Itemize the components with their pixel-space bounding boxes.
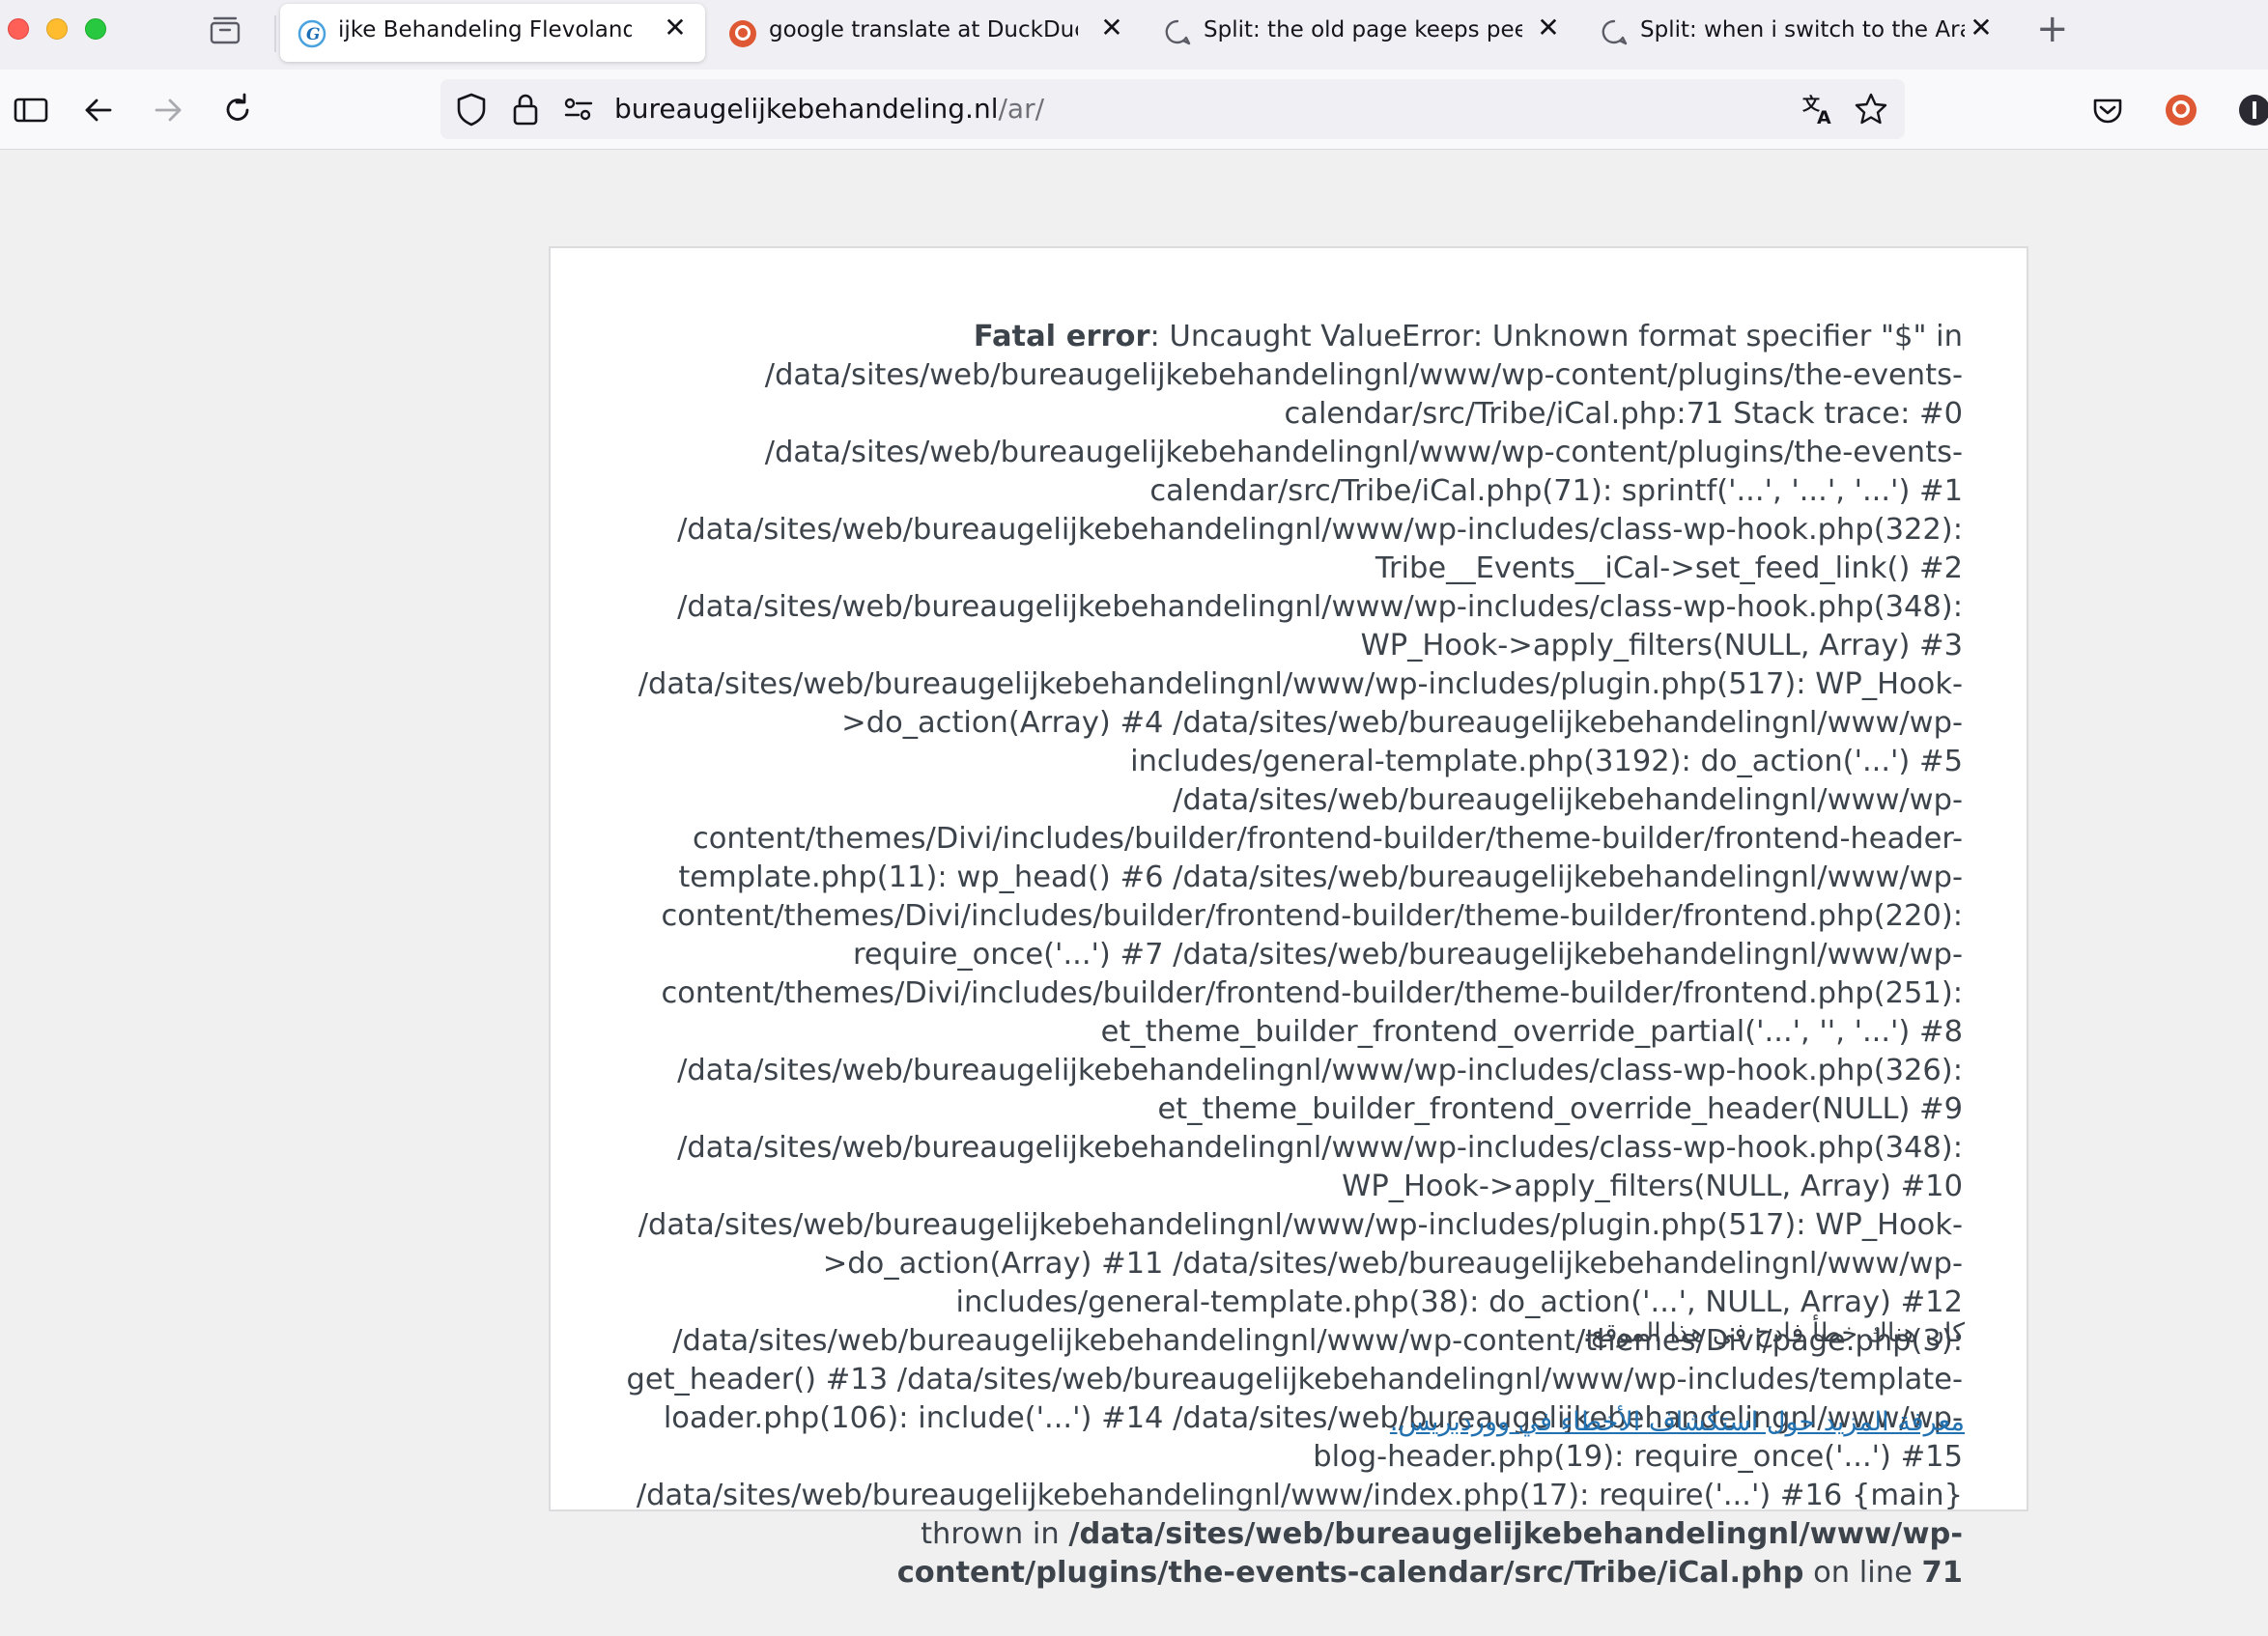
critical-error-notice: كان هناك خطأ فادح في هذا الموقع. xyxy=(1582,1318,1965,1348)
tab-strip-separator xyxy=(274,15,276,52)
sidebar-icon[interactable] xyxy=(12,91,50,129)
url-bar[interactable]: bureaugelijkebehandeling.nl/ar/ 文A xyxy=(440,79,1905,139)
permissions-icon[interactable] xyxy=(562,93,595,126)
duckduckgo-icon[interactable] xyxy=(2162,91,2200,129)
tab-split-old-page[interactable]: Split: the old page keeps peeping ✕ xyxy=(1149,0,1580,62)
lock-icon[interactable] xyxy=(510,91,541,127)
forward-icon[interactable] xyxy=(149,91,187,129)
navigation-bar: bureaugelijkebehandeling.nl/ar/ 文A xyxy=(0,70,2268,150)
tab-title: google translate at DuckDuckGo xyxy=(769,17,1078,42)
error-card: Fatal error: Uncaught ValueError: Unknow… xyxy=(549,246,2028,1590)
window-maximize-button[interactable] xyxy=(85,18,106,40)
error-details: : Uncaught ValueError: Unknown format sp… xyxy=(626,320,1963,1551)
reload-icon[interactable] xyxy=(218,91,257,129)
page-content: Fatal error: Uncaught ValueError: Unknow… xyxy=(0,150,2268,1636)
tab-active[interactable]: G ijke Behandeling Flevoland - بيت ✕ xyxy=(280,4,705,62)
shield-icon[interactable] xyxy=(454,91,489,127)
chat-bubble-icon xyxy=(1163,17,1192,46)
url-text[interactable]: bureaugelijkebehandeling.nl/ar/ xyxy=(614,93,1044,125)
window-minimize-button[interactable] xyxy=(46,18,68,40)
fatal-error-message: Fatal error: Uncaught ValueError: Unknow… xyxy=(618,318,1963,1593)
tab-close-icon[interactable]: ✕ xyxy=(1099,14,1124,42)
svg-text:A: A xyxy=(1817,107,1831,127)
url-domain: bureaugelijkebehandeling.nl xyxy=(614,93,999,125)
error-in-label: in xyxy=(1023,1517,1069,1551)
tab-close-icon[interactable]: ✕ xyxy=(1536,14,1561,42)
error-line-number: 71 xyxy=(1921,1556,1963,1590)
troubleshooting-link[interactable]: معرفة المزيد حول استكشاف الأخطاء في وورد… xyxy=(1390,1407,1965,1437)
error-on-line-label: on line xyxy=(1803,1556,1922,1590)
tab-duckduckgo[interactable]: google translate at DuckDuckGo ✕ xyxy=(715,0,1140,62)
tab-title: ijke Behandeling Flevoland - بيت xyxy=(338,17,632,42)
chat-bubble-icon xyxy=(1600,17,1629,46)
new-tab-button[interactable]: + xyxy=(2036,10,2069,48)
bookmark-star-icon[interactable] xyxy=(1853,91,1889,127)
window-close-button[interactable] xyxy=(8,18,29,40)
tab-split-arabic[interactable]: Split: when i switch to the Arabic ✕ xyxy=(1588,0,2003,62)
tab-strip: G ijke Behandeling Flevoland - بيت ✕ goo… xyxy=(0,0,2268,70)
site-favicon-icon: G xyxy=(298,19,326,48)
duckduckgo-icon xyxy=(728,19,757,48)
svg-text:G: G xyxy=(306,25,321,44)
tab-title: Split: the old page keeps peeping xyxy=(1204,17,1522,42)
tab-close-icon[interactable]: ✕ xyxy=(1969,14,1994,42)
translate-icon[interactable]: 文A xyxy=(1800,91,1837,128)
pocket-icon[interactable] xyxy=(2088,91,2127,129)
tab-title: Split: when i switch to the Arabic xyxy=(1640,17,1965,42)
tab-close-icon[interactable]: ✕ xyxy=(663,14,688,42)
fatal-error-label: Fatal error xyxy=(973,320,1150,353)
back-icon[interactable] xyxy=(79,91,118,129)
account-icon[interactable] xyxy=(2235,91,2268,129)
url-path: /ar/ xyxy=(998,93,1045,125)
tab-overview-icon[interactable] xyxy=(209,15,241,44)
